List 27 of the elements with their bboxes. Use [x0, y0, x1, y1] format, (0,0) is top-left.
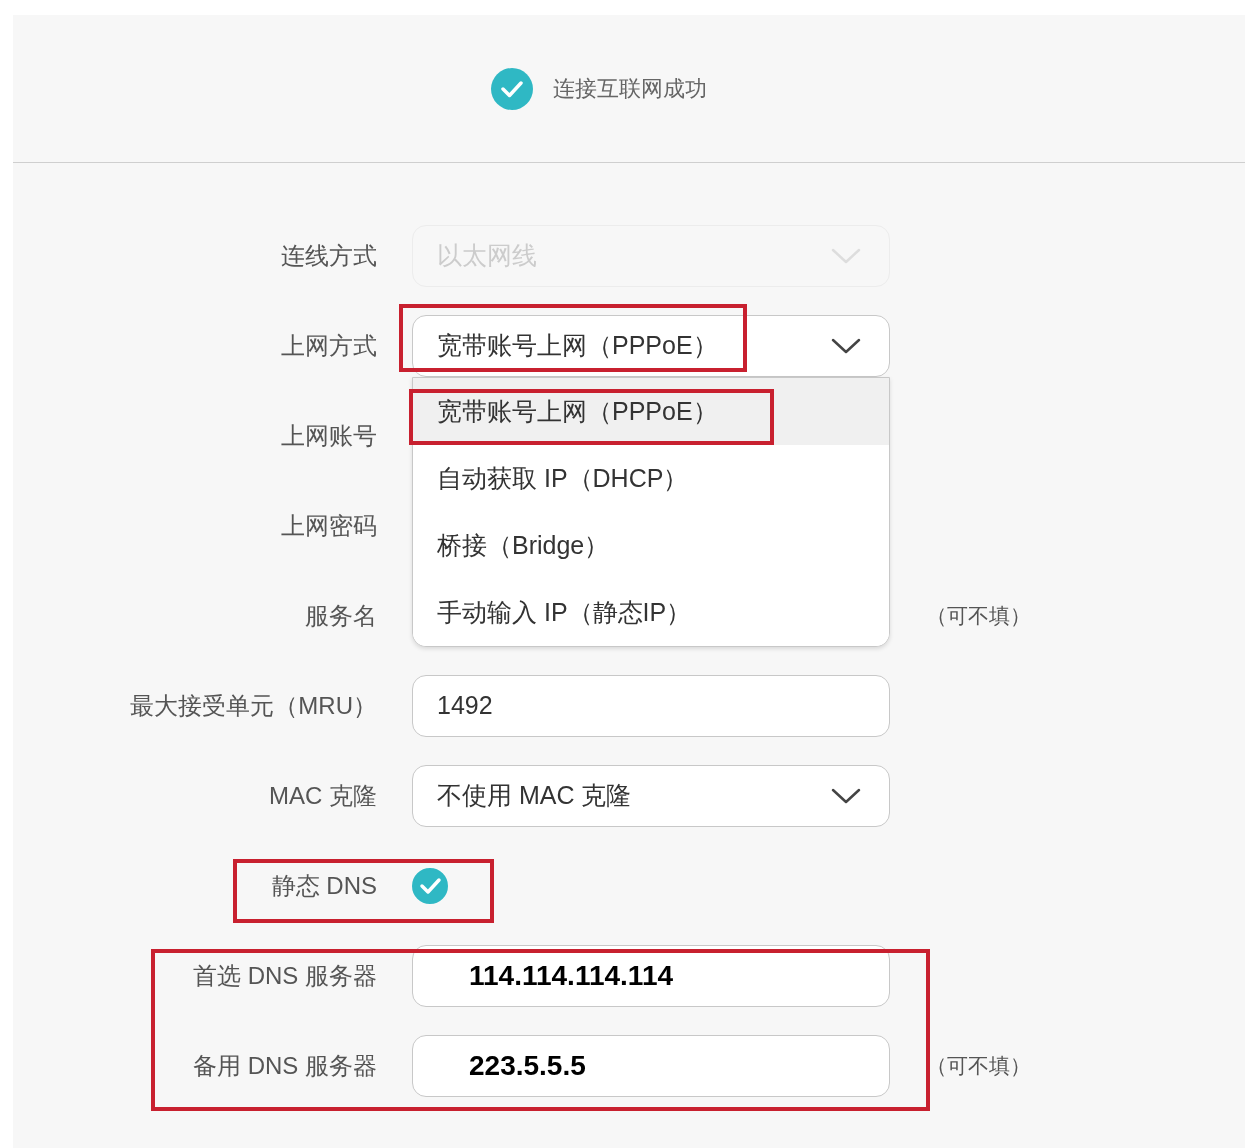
dropdown-option[interactable]: 宽带账号上网（PPPoE） — [413, 378, 889, 445]
dropdown-option[interactable]: 桥接（Bridge） — [413, 512, 889, 579]
chevron-icon — [831, 337, 861, 355]
input-field[interactable]: 223.5.5.5 — [412, 1035, 890, 1097]
status-text: 连接互联网成功 — [553, 75, 707, 103]
field-label: 上网方式 — [281, 331, 377, 361]
field-label: 服务名 — [305, 601, 377, 631]
optional-note: （可不填） — [926, 1053, 1031, 1080]
checkbox[interactable] — [412, 868, 448, 904]
success-icon — [491, 67, 533, 110]
select-field[interactable]: 宽带账号上网（PPPoE） — [412, 315, 890, 377]
field-label: 静态 DNS — [271, 871, 377, 901]
optional-note: （可不填） — [926, 603, 1031, 630]
input-field[interactable]: 1492 — [412, 675, 890, 737]
dropdown-option[interactable]: 自动获取 IP（DHCP） — [413, 445, 889, 512]
chevron-icon — [831, 787, 861, 805]
dropdown-option[interactable]: 手动输入 IP（静态IP） — [413, 579, 889, 646]
chevron-icon — [831, 247, 861, 265]
field-label: 备用 DNS 服务器 — [193, 1051, 377, 1081]
field-label: 上网账号 — [281, 421, 377, 451]
field-label: MAC 克隆 — [269, 781, 377, 811]
field-label: 最大接受单元（MRU） — [130, 691, 377, 721]
field-label: 连线方式 — [281, 241, 377, 271]
field-label: 首选 DNS 服务器 — [193, 961, 377, 991]
input-field[interactable]: 114.114.114.114 — [412, 945, 890, 1007]
field-label: 上网密码 — [281, 511, 377, 541]
select-field[interactable]: 不使用 MAC 克隆 — [412, 765, 890, 827]
